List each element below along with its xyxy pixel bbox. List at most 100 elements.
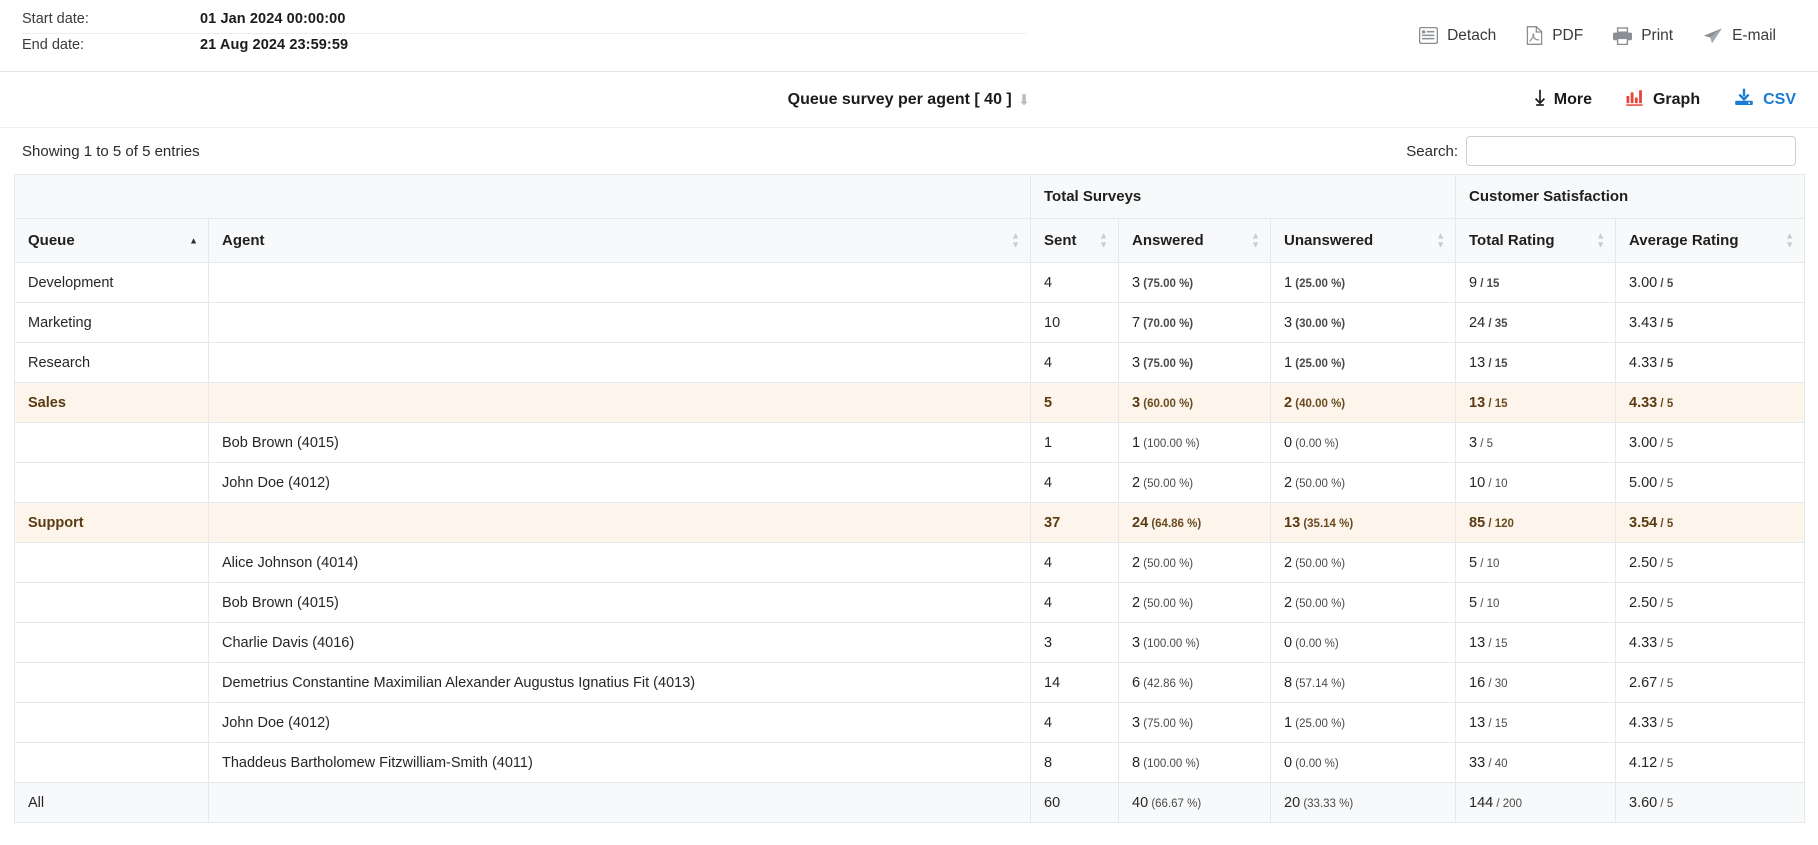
cell-total-rating-sub: / 15 <box>1485 397 1508 410</box>
cell-answered-value: 1 <box>1132 434 1141 451</box>
search-input[interactable] <box>1466 136 1796 166</box>
cell-average-rating: 3.43 / 5 <box>1614 302 1806 343</box>
cell-average-rating-sub: / 5 <box>1657 357 1674 370</box>
group-header-total-surveys: Total Surveys <box>1030 174 1456 219</box>
email-label: E-mail <box>1732 26 1776 44</box>
cell-unanswered-value: 0 <box>1284 634 1293 651</box>
table-row[interactable]: John Doe (4012) 4 2 (50.00 %) 2 (50.00 %) 10… <box>14 462 1806 503</box>
cell-unanswered-sub: (33.33 %) <box>1300 797 1354 810</box>
cell-total-rating: 9 / 15 <box>1455 262 1616 303</box>
print-label: Print <box>1641 26 1674 44</box>
pdf-button[interactable]: PDF <box>1526 26 1583 45</box>
graph-button[interactable]: Graph <box>1626 89 1700 111</box>
cell-total-rating: 3 / 5 <box>1455 422 1616 463</box>
cell-agent-value: Thaddeus Bartholomew Fitzwilliam-Smith (… <box>222 754 533 771</box>
column-label-average-rating: Average Rating <box>1629 232 1739 249</box>
detach-button[interactable]: Detach <box>1419 27 1496 45</box>
column-header-average-rating[interactable]: Average Rating ▲ ▼ <box>1614 218 1806 263</box>
cell-total-rating-sub: / 40 <box>1485 757 1508 770</box>
cell-average-rating: 4.33 / 5 <box>1614 382 1806 423</box>
queue-survey-table: Total Surveys Customer Satisfaction Queu… <box>14 174 1806 823</box>
cell-agent <box>208 342 1031 383</box>
sort-both-icon: ▲ ▼ <box>1785 230 1795 250</box>
table-row[interactable]: Sales 5 3 (60.00 %) 2 (40.00 %) 13 / 15 4.33 … <box>14 382 1806 423</box>
cell-unanswered-sub: (0.00 %) <box>1292 757 1339 770</box>
cell-unanswered-sub: (35.14 %) <box>1300 517 1354 530</box>
print-button[interactable]: Print <box>1613 27 1673 45</box>
column-header-agent[interactable]: Agent ▲ ▼ <box>208 218 1031 263</box>
cell-sent: 4 <box>1030 342 1119 383</box>
cell-unanswered: 2 (50.00 %) <box>1270 462 1456 503</box>
cell-unanswered: 3 (30.00 %) <box>1270 302 1456 343</box>
table-row[interactable]: Support 37 24 (64.86 %) 13 (35.14 %) 85 / 12… <box>14 502 1806 543</box>
cell-unanswered-sub: (0.00 %) <box>1292 637 1339 650</box>
column-header-answered[interactable]: Answered ▲ ▼ <box>1118 218 1271 263</box>
cell-agent: Demetrius Constantine Maximilian Alexand… <box>208 662 1031 703</box>
cell-answered-sub: (66.67 %) <box>1148 797 1202 810</box>
cell-queue-value: Research <box>28 354 91 371</box>
cell-sent: 60 <box>1030 782 1119 823</box>
column-label-queue: Queue <box>28 232 75 249</box>
column-header-queue[interactable]: Queue ▲ <box>14 218 209 263</box>
cell-average-rating-sub: / 5 <box>1657 677 1674 690</box>
table-row[interactable]: Demetrius Constantine Maximilian Alexand… <box>14 662 1806 703</box>
cell-answered-sub: (50.00 %) <box>1140 557 1194 570</box>
cell-average-rating-value: 3.60 <box>1629 794 1658 811</box>
cell-unanswered-sub: (25.00 %) <box>1292 357 1346 370</box>
page-title: Queue survey per agent [ 40 ] <box>787 90 1012 108</box>
cell-agent <box>208 502 1031 543</box>
table-row[interactable]: Alice Johnson (4014) 4 2 (50.00 %) 2 (50.00… <box>14 542 1806 583</box>
cell-unanswered-sub: (30.00 %) <box>1292 317 1346 330</box>
cell-total-rating: 13 / 15 <box>1455 382 1616 423</box>
column-header-unanswered[interactable]: Unanswered ▲ ▼ <box>1270 218 1456 263</box>
table-row[interactable]: Research 4 3 (75.00 %) 1 (25.00 %) 13 / 15 4.… <box>14 342 1806 383</box>
cell-average-rating-value: 3.43 <box>1629 314 1658 331</box>
cell-sent: 5 <box>1030 382 1119 423</box>
sort-both-icon: ▲ ▼ <box>1251 230 1260 250</box>
email-button[interactable]: E-mail <box>1703 27 1776 45</box>
cell-average-rating-value: 3.00 <box>1629 434 1658 451</box>
column-header-total-rating[interactable]: Total Rating ▲ ▼ <box>1455 218 1616 263</box>
cell-agent <box>208 782 1031 823</box>
table-row[interactable]: Bob Brown (4015) 4 2 (50.00 %) 2 (50.00 %) 5… <box>14 582 1806 623</box>
table-row[interactable]: Development 4 3 (75.00 %) 1 (25.00 %) 9 / 15… <box>14 262 1806 303</box>
more-button[interactable]: More <box>1534 89 1592 111</box>
cell-sent: 8 <box>1030 742 1119 783</box>
start-date-value: 01 Jan 2024 00:00:00 <box>200 11 346 27</box>
cell-agent-value: Charlie Davis (4016) <box>222 634 355 651</box>
csv-button[interactable]: CSV <box>1734 88 1796 111</box>
cell-average-rating-sub: / 5 <box>1657 757 1674 770</box>
table-row[interactable]: All 60 40 (66.67 %) 20 (33.33 %) 144 / 200 3.… <box>14 782 1806 823</box>
cell-unanswered-value: 8 <box>1284 674 1293 691</box>
column-header-sent[interactable]: Sent ▲ ▼ <box>1030 218 1119 263</box>
table-container: Total Surveys Customer Satisfaction Queu… <box>0 174 1818 823</box>
pdf-icon <box>1526 26 1543 45</box>
table-info-bar: Showing 1 to 5 of 5 entries Search: <box>0 128 1818 174</box>
sort-both-icon: ▲ ▼ <box>1596 230 1605 250</box>
table-row[interactable]: Thaddeus Bartholomew Fitzwilliam-Smith (… <box>14 742 1806 783</box>
table-row[interactable]: Bob Brown (4015) 1 1 (100.00 %) 0 (0.00 %) 3… <box>14 422 1806 463</box>
table-row[interactable]: John Doe (4012) 4 3 (75.00 %) 1 (25.00 %) 13… <box>14 702 1806 743</box>
column-label-unanswered: Unanswered <box>1284 232 1374 249</box>
cell-average-rating: 2.67 / 5 <box>1614 662 1806 703</box>
cell-sent: 4 <box>1030 702 1119 743</box>
column-label-agent: Agent <box>222 232 265 249</box>
table-row[interactable]: Charlie Davis (4016) 3 3 (100.00 %) 0 (0.00… <box>14 622 1806 663</box>
entries-info: Showing 1 to 5 of 5 entries <box>22 142 200 160</box>
cell-answered-sub: (100.00 %) <box>1140 757 1200 770</box>
cell-queue-value: All <box>28 794 45 811</box>
cell-average-rating-sub: / 5 <box>1657 477 1674 490</box>
cell-unanswered-value: 13 <box>1284 514 1301 531</box>
cell-average-rating-sub: / 5 <box>1657 397 1674 410</box>
table-row[interactable]: Marketing 10 7 (70.00 %) 3 (30.00 %) 24 / 35… <box>14 302 1806 343</box>
table-body: Development 4 3 (75.00 %) 1 (25.00 %) 9 / 15… <box>14 262 1806 823</box>
end-date-row: End date: 21 Aug 2024 23:59:59 <box>22 37 1000 60</box>
cell-total-rating: 144 / 200 <box>1455 782 1616 823</box>
cell-total-rating-value: 144 <box>1469 794 1494 811</box>
cell-answered: 2 (50.00 %) <box>1118 462 1271 503</box>
end-date-value: 21 Aug 2024 23:59:59 <box>200 37 349 53</box>
cell-sent-value: 10 <box>1044 314 1061 331</box>
cell-agent-value: Bob Brown (4015) <box>222 434 339 451</box>
cell-total-rating-sub: / 15 <box>1485 717 1508 730</box>
date-range: Start date: 01 Jan 2024 00:00:00 End dat… <box>0 11 1027 60</box>
